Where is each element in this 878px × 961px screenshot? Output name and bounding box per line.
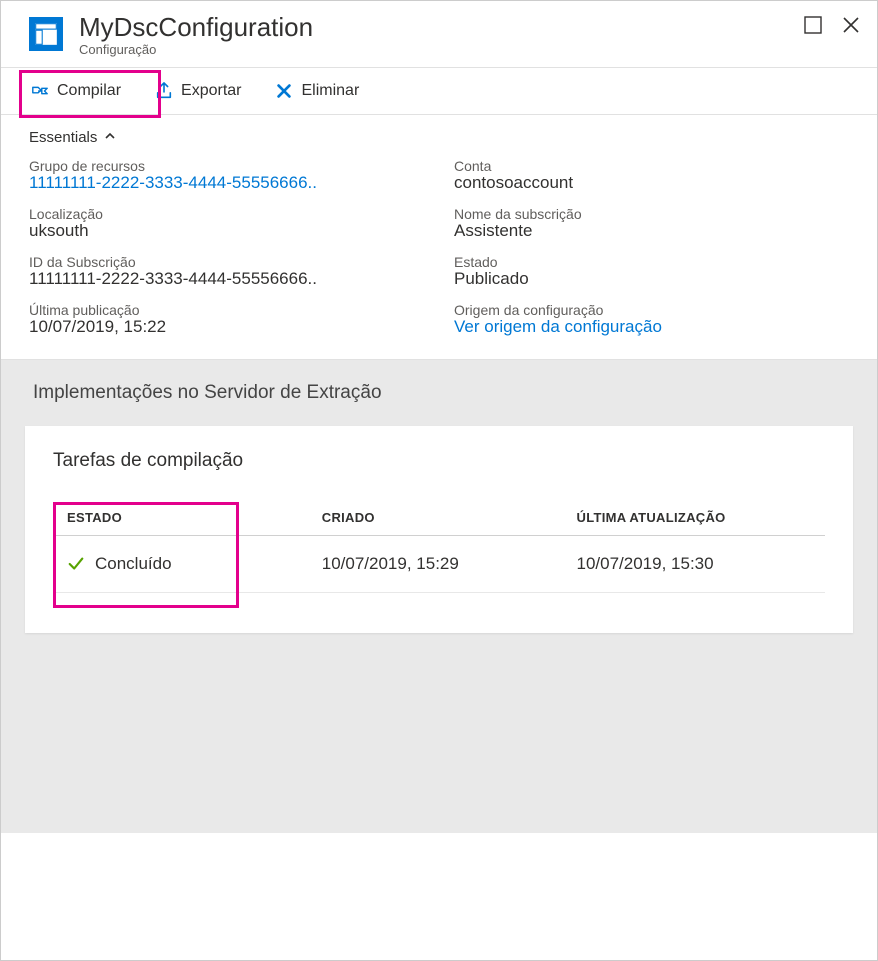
compile-label: Compilar [57, 82, 121, 100]
row-updated: 10/07/2019, 15:30 [563, 536, 826, 593]
col-updated[interactable]: ÚLTIMA ATUALIZAÇÃO [563, 500, 826, 536]
compilation-table: ESTADO CRIADO ÚLTIMA ATUALIZAÇÃO Concluí… [53, 500, 825, 593]
status-value: Publicado [454, 269, 849, 289]
page-subtitle: Configuração [79, 42, 803, 57]
check-icon [67, 555, 85, 573]
subscription-name-value: Assistente [454, 221, 849, 241]
deployments-title: Implementações no Servidor de Extração [25, 382, 853, 404]
account-value: contosoaccount [454, 173, 849, 193]
location-value: uksouth [29, 221, 424, 241]
compile-icon [31, 82, 49, 100]
essentials-body: Grupo de recursos 11111111-2222-3333-444… [1, 157, 877, 361]
content-scrollable[interactable]: Essentials Grupo de recursos 11111111-22… [1, 115, 877, 948]
essentials-left-column: Grupo de recursos 11111111-2222-3333-444… [29, 157, 424, 338]
command-bar: Compilar Exportar Eliminar [1, 68, 877, 115]
deployments-section: Implementações no Servidor de Extração T… [1, 360, 877, 833]
essentials-label: Essentials [29, 129, 97, 146]
export-icon [155, 82, 173, 100]
maximize-icon[interactable] [803, 15, 823, 35]
essentials-toggle[interactable]: Essentials [1, 115, 877, 157]
page-title: MyDscConfiguration [79, 13, 803, 42]
compilation-tasks-card: Tarefas de compilação ESTADO CRIADO ÚLTI… [25, 426, 853, 633]
delete-label: Eliminar [301, 82, 359, 100]
last-published-value: 10/07/2019, 15:22 [29, 317, 424, 337]
subscription-id-value: 11111111-2222-3333-4444-55556666.. [29, 269, 424, 289]
delete-icon [275, 82, 293, 100]
col-created[interactable]: CRIADO [308, 500, 563, 536]
chevron-up-icon [103, 129, 117, 147]
row-created: 10/07/2019, 15:29 [308, 536, 563, 593]
delete-button[interactable]: Eliminar [265, 74, 369, 108]
config-icon [29, 17, 63, 51]
col-status[interactable]: ESTADO [53, 500, 308, 536]
panel-header: MyDscConfiguration Configuração [1, 1, 877, 68]
export-label: Exportar [181, 82, 241, 100]
resource-group-value[interactable]: 11111111-2222-3333-4444-55556666.. [29, 173, 424, 193]
close-icon[interactable] [841, 15, 861, 35]
compile-button[interactable]: Compilar [21, 74, 131, 108]
row-status: Concluído [95, 554, 172, 574]
config-source-link[interactable]: Ver origem da configuração [454, 317, 849, 337]
card-title: Tarefas de compilação [53, 450, 825, 472]
essentials-right-column: Conta contosoaccount Nome da subscrição … [454, 157, 849, 338]
table-row[interactable]: Concluído 10/07/2019, 15:29 10/07/2019, … [53, 536, 825, 593]
export-button[interactable]: Exportar [145, 74, 251, 108]
